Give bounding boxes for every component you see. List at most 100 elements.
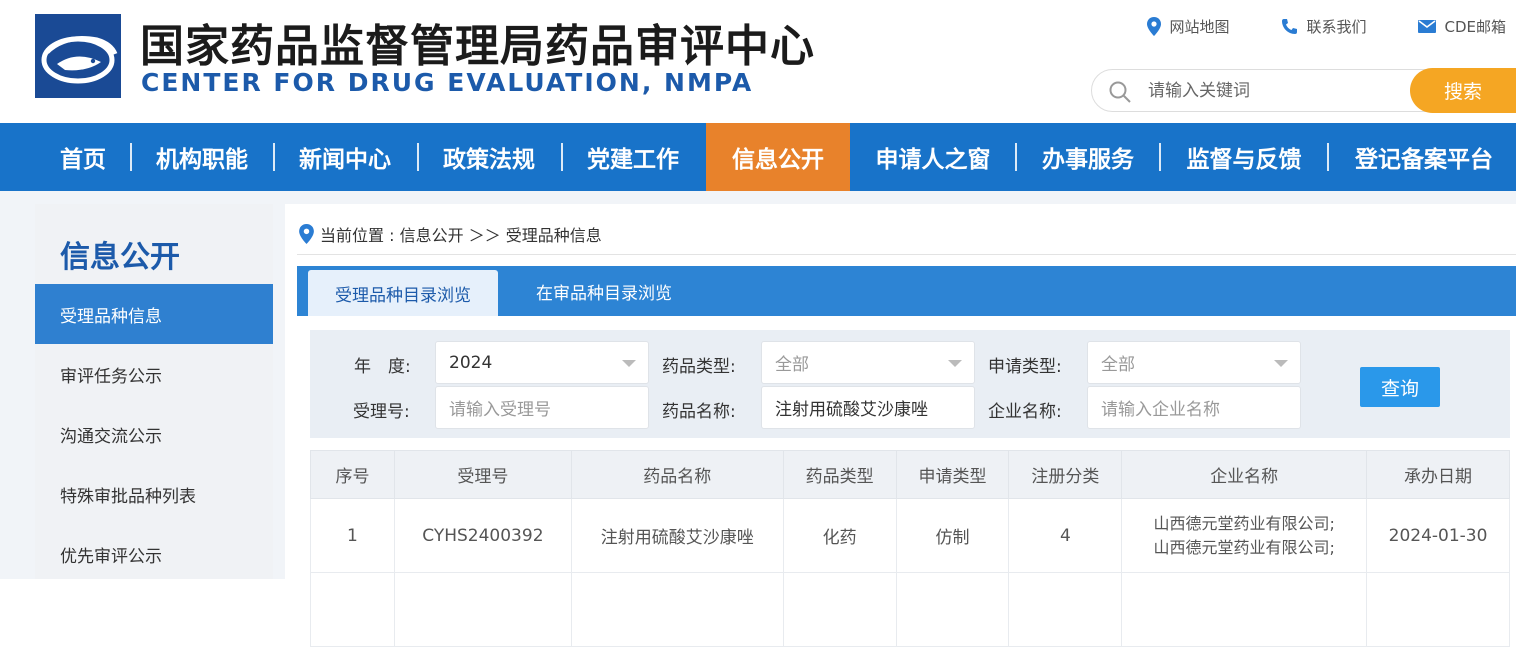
main-nav: 首页 机构职能 新闻中心 政策法规 党建工作 信息公开 申请人之窗 办事服务 监…: [0, 123, 1516, 191]
search-filter-panel: 年 度: 2024 药品类型: 全部 申请类型: 全部 查询 受理号: 请输入受…: [310, 330, 1510, 438]
phone-icon: [1282, 19, 1298, 34]
nav-divider: [273, 143, 275, 171]
accept-no-label: 受理号:: [353, 402, 410, 422]
cell-accept-no: CYHS2400392: [393, 498, 572, 573]
table-row[interactable]: 1 CYHS2400392 注射用硫酸艾沙康唑 化药 仿制 4 山西德元堂药业有…: [310, 498, 1510, 573]
results-table: 序号 受理号 药品名称 药品类型 申请类型 注册分类 企业名称 承办日期 1 C…: [310, 450, 1510, 647]
column-header: 受理号: [393, 450, 572, 499]
company-label: 企业名称:: [988, 402, 1062, 422]
nav-item-services[interactable]: 办事服务: [1026, 123, 1150, 191]
breadcrumb-text: 当前位置 : 信息公开 ＞＞ 受理品种信息: [320, 226, 602, 245]
cell-empty: [1121, 572, 1368, 647]
company-placeholder: 请输入企业名称: [1101, 400, 1220, 420]
sidebar-item-review-tasks[interactable]: 审评任务公示: [35, 344, 273, 404]
tab-accepted-catalog[interactable]: 受理品种目录浏览: [308, 270, 498, 316]
site-title-en: CENTER FOR DRUG EVALUATION, NMPA: [141, 68, 754, 97]
cell-empty: [570, 572, 784, 647]
nav-item-feedback[interactable]: 监督与反馈: [1170, 123, 1318, 191]
drug-type-select[interactable]: 全部: [761, 341, 975, 384]
sidebar-item-communication[interactable]: 沟通交流公示: [35, 404, 273, 464]
cde-mail-link[interactable]: CDE邮箱: [1418, 16, 1506, 37]
nav-item-policy[interactable]: 政策法规: [427, 123, 551, 191]
sidebar: 信息公开 受理品种信息 审评任务公示 沟通交流公示 特殊审批品种列表 优先审评公…: [35, 204, 273, 579]
cde-mail-label: CDE邮箱: [1444, 18, 1506, 36]
drug-name-value: 注射用硫酸艾沙康唑: [775, 400, 928, 420]
main-content: 当前位置 : 信息公开 ＞＞ 受理品种信息 受理品种目录浏览 在审品种目录浏览 …: [285, 204, 1516, 647]
apply-type-label: 申请类型:: [988, 357, 1062, 377]
table-row[interactable]: [310, 572, 1510, 647]
column-header: 注册分类: [1008, 450, 1123, 499]
cell-drug-name: 注射用硫酸艾沙康唑: [570, 498, 784, 573]
chevron-down-icon: [1274, 360, 1288, 367]
breadcrumb: 当前位置 : 信息公开 ＞＞ 受理品种信息: [299, 222, 602, 246]
accept-no-placeholder: 请输入受理号: [449, 400, 551, 420]
contact-label: 联系我们: [1306, 18, 1367, 36]
sidebar-item-priority-review[interactable]: 优先审评公示: [35, 524, 273, 584]
contact-link[interactable]: 联系我们: [1281, 16, 1366, 37]
column-header: 药品名称: [570, 450, 784, 499]
year-select[interactable]: 2024: [435, 341, 649, 384]
company-line: 山西德元堂药业有限公司;: [1153, 513, 1335, 533]
cell-empty: [895, 572, 1010, 647]
column-header: 申请类型: [895, 450, 1010, 499]
cde-logo[interactable]: [35, 14, 121, 98]
location-pin-icon: [299, 224, 314, 244]
cell-date: 2024-01-30: [1366, 498, 1510, 573]
nav-divider: [130, 143, 132, 171]
cell-reg-class: 4: [1008, 498, 1123, 573]
cell-empty: [310, 572, 395, 647]
nav-divider: [1159, 143, 1161, 171]
mail-icon: [1418, 20, 1437, 33]
tab-reviewing-catalog[interactable]: 在审品种目录浏览: [509, 266, 699, 316]
cell-company: 山西德元堂药业有限公司; 山西德元堂药业有限公司;: [1121, 498, 1368, 573]
site-header: 国家药品监督管理局药品审评中心 CENTER FOR DRUG EVALUATI…: [0, 0, 1516, 123]
cell-index: 1: [310, 498, 395, 573]
site-title-cn: 国家药品监督管理局药品审评中心: [140, 21, 815, 72]
drug-name-input[interactable]: 注射用硫酸艾沙康唑: [761, 386, 975, 429]
column-header: 药品类型: [782, 450, 897, 499]
chevron-down-icon: [948, 360, 962, 367]
chevron-down-icon: [622, 360, 636, 367]
nav-divider: [417, 143, 419, 171]
year-value: 2024: [449, 352, 493, 373]
nav-divider: [1327, 143, 1329, 171]
cell-empty: [1366, 572, 1510, 647]
nav-item-applicant[interactable]: 申请人之窗: [860, 123, 1006, 191]
column-header: 序号: [310, 450, 395, 499]
query-button[interactable]: 查询: [1360, 367, 1440, 407]
cell-apply-type: 仿制: [895, 498, 1010, 573]
year-label: 年 度:: [354, 357, 411, 377]
company-input[interactable]: 请输入企业名称: [1087, 386, 1301, 429]
search-input[interactable]: [1148, 79, 1398, 103]
drug-name-label: 药品名称:: [662, 402, 736, 422]
cell-drug-type: 化药: [782, 498, 897, 573]
sitemap-label: 网站地图: [1169, 18, 1230, 36]
cell-empty: [393, 572, 572, 647]
nav-divider: [1015, 143, 1017, 171]
location-pin-icon: [1147, 17, 1162, 36]
sitemap-link[interactable]: 网站地图: [1147, 16, 1229, 37]
top-links: 网站地图 联系我们 CDE邮箱: [1095, 16, 1506, 37]
table-header-row: 序号 受理号 药品名称 药品类型 申请类型 注册分类 企业名称 承办日期: [310, 450, 1510, 499]
nav-item-news[interactable]: 新闻中心: [283, 123, 407, 191]
cell-empty: [782, 572, 897, 647]
column-header: 承办日期: [1366, 450, 1510, 499]
cell-empty: [1008, 572, 1123, 647]
accept-no-input[interactable]: 请输入受理号: [435, 386, 649, 429]
apply-type-value: 全部: [1101, 355, 1135, 375]
apply-type-select[interactable]: 全部: [1087, 341, 1301, 384]
nav-item-party[interactable]: 党建工作: [571, 123, 695, 191]
nav-item-registration[interactable]: 登记备案平台: [1338, 123, 1510, 191]
sidebar-item-accepted-drugs[interactable]: 受理品种信息: [35, 284, 273, 344]
nav-item-functions[interactable]: 机构职能: [140, 123, 264, 191]
sidebar-title: 信息公开: [60, 240, 180, 275]
nav-divider: [561, 143, 563, 171]
drug-type-label: 药品类型:: [662, 357, 736, 377]
tab-bar: 受理品种目录浏览 在审品种目录浏览: [297, 266, 1516, 316]
search-icon: [1109, 81, 1131, 103]
search-button[interactable]: 搜索: [1410, 68, 1516, 113]
sidebar-item-special-approval[interactable]: 特殊审批品种列表: [35, 464, 273, 524]
divider: [297, 254, 1516, 255]
nav-item-info-disclosure[interactable]: 信息公开: [706, 123, 850, 191]
nav-item-home[interactable]: 首页: [42, 123, 124, 191]
